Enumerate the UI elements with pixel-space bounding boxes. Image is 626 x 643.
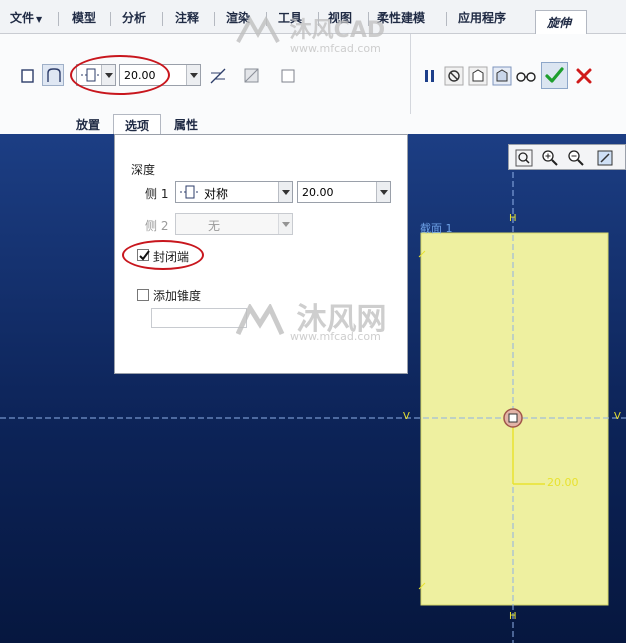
side1-mode-dropdown[interactable]: 对称 — [175, 181, 293, 203]
menu-model[interactable]: 模型 — [72, 9, 96, 27]
repaint-button[interactable] — [595, 148, 615, 168]
side1-label: 侧 1 — [145, 187, 169, 201]
tab-options[interactable]: 选项 — [113, 114, 161, 134]
repaint-icon — [597, 150, 613, 166]
thicken-icon — [281, 69, 295, 83]
glasses-preview-button[interactable] — [514, 64, 536, 86]
symmetric-depth-icon — [180, 185, 200, 199]
chevron-down-icon — [186, 65, 200, 85]
no-preview-icon — [444, 66, 464, 86]
no-preview-button[interactable] — [442, 64, 464, 86]
refit-button[interactable] — [514, 148, 534, 168]
add-taper-checkbox[interactable] — [137, 289, 149, 301]
glasses-icon — [516, 72, 536, 82]
watermark-brand-text: 沐风CAD — [289, 18, 386, 43]
surface-extrude-button[interactable] — [42, 64, 64, 86]
menu-divider — [110, 12, 111, 26]
verify-icon — [492, 66, 512, 86]
checkmark-icon — [545, 67, 564, 83]
watermark-logo-icon — [235, 302, 285, 335]
h-constraint-top: H — [509, 213, 517, 224]
depth-dimension[interactable]: 20.00 — [547, 476, 579, 489]
toolbar-divider — [410, 34, 411, 114]
h-constraint-bottom: H — [509, 611, 517, 622]
side1-value-text: 20.00 — [302, 186, 334, 199]
chevron-down-icon — [278, 214, 292, 234]
solid-icon — [21, 69, 34, 83]
side2-mode-dropdown[interactable]: 无 — [175, 213, 293, 235]
menu-divider — [162, 12, 163, 26]
menu-file[interactable]: 文件 ▼ — [10, 9, 42, 27]
refit-icon — [515, 149, 533, 167]
side1-mode-text: 对称 — [204, 187, 229, 201]
chevron-down-icon — [278, 182, 292, 202]
feature-subtabs: 放置 选项 属性 — [0, 114, 626, 134]
menu-annotate[interactable]: 注释 — [175, 9, 199, 27]
view-toolbar — [508, 144, 626, 170]
watermark-url: www.mfcad.com — [290, 42, 381, 55]
flip-direction-button[interactable] — [206, 64, 228, 86]
annotation-ellipse — [70, 55, 170, 95]
tab-extrude[interactable]: 旋伸 — [535, 10, 587, 35]
zoom-out-button[interactable] — [566, 148, 586, 168]
remove-material-icon — [244, 68, 259, 83]
verify-preview-button[interactable] — [490, 64, 512, 86]
watermark-url-center: www.mfcad.com — [290, 330, 381, 343]
thicken-sketch-button[interactable] — [276, 64, 298, 86]
menu-file-label: 文件 — [10, 11, 35, 25]
v-constraint-right: V — [614, 411, 621, 422]
zoom-in-icon — [542, 150, 558, 166]
remove-material-button[interactable] — [240, 64, 262, 86]
menu-divider — [446, 12, 447, 26]
section-label: 截面 1 — [420, 222, 453, 235]
preview-geometry-icon — [468, 66, 488, 86]
watermark-logo-icon — [236, 15, 280, 43]
tab-properties[interactable]: 属性 — [162, 114, 210, 134]
menu-file-caret-icon: ▼ — [36, 15, 43, 24]
menu-divider — [214, 12, 215, 26]
side2-label: 侧 2 — [145, 219, 169, 233]
tab-extrude-label: 旋伸 — [547, 16, 572, 30]
annotation-ellipse — [122, 240, 204, 270]
close-icon — [576, 68, 592, 84]
flip-direction-icon — [210, 68, 226, 84]
solid-extrude-button[interactable] — [16, 64, 38, 86]
cancel-button[interactable] — [572, 64, 594, 86]
side1-value-input[interactable]: 20.00 — [297, 181, 391, 203]
menu-analysis[interactable]: 分析 — [122, 9, 146, 27]
separate-preview-button[interactable] — [466, 64, 488, 86]
pause-button[interactable] — [418, 64, 440, 86]
tab-placement[interactable]: 放置 — [64, 114, 112, 134]
ok-button[interactable] — [541, 62, 568, 89]
v-constraint-left: V — [403, 411, 410, 422]
pause-icon — [425, 70, 434, 82]
chevron-down-icon — [376, 182, 390, 202]
side2-mode-text: 无 — [208, 219, 221, 233]
depth-heading: 深度 — [131, 163, 156, 177]
menu-divider — [58, 12, 59, 26]
zoom-out-icon — [568, 150, 584, 166]
watermark-brand: 沐风CAD — [236, 12, 385, 46]
taper-angle-input[interactable] — [151, 308, 247, 328]
drag-handle-center — [508, 413, 518, 423]
menu-applications[interactable]: 应用程序 — [458, 9, 506, 27]
zoom-in-button[interactable] — [540, 148, 560, 168]
surface-icon — [47, 68, 61, 82]
add-taper-label: 添加锥度 — [153, 289, 202, 303]
